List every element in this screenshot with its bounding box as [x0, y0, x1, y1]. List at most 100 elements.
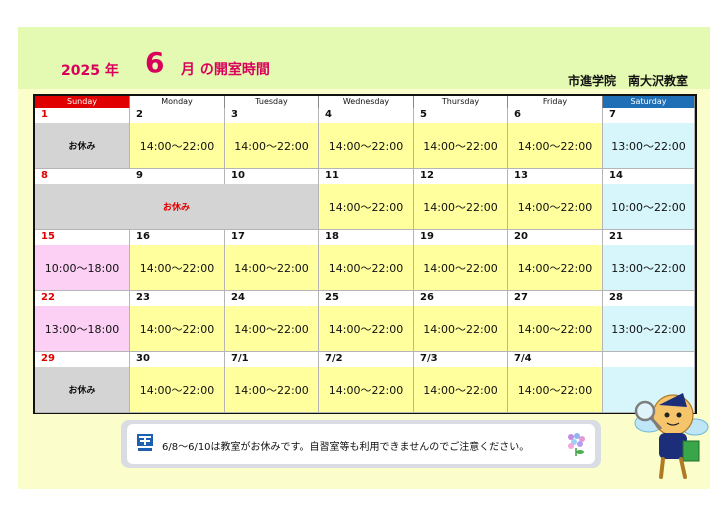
calendar-day-cell: 17 14:00～22:00 — [225, 230, 319, 291]
opening-hours: 14:00～22:00 — [234, 322, 309, 336]
weekday-header-tuesday: Tuesday — [225, 96, 319, 108]
calendar-day-cell: 7/3 14:00～22:00 — [414, 352, 508, 413]
opening-hours: 14:00～22:00 — [328, 200, 404, 214]
opening-hours: 14:00～22:00 — [423, 139, 498, 153]
day-number: 27 — [514, 292, 528, 303]
calendar-day-cell: 18 14:00～22:00 — [319, 230, 414, 291]
opening-hours: 14:00～22:00 — [517, 322, 593, 336]
calendar-day-cell: 22 13:00～18:00 — [35, 291, 130, 352]
day-number: 29 — [41, 353, 55, 364]
weekday-header-sunday: Sunday — [35, 96, 130, 108]
day-number: 9 — [136, 170, 143, 181]
day-number: 7/3 — [420, 353, 438, 364]
opening-hours: 14:00～22:00 — [139, 139, 215, 153]
day-number: 30 — [136, 353, 150, 364]
day-number: 14 — [609, 170, 623, 181]
day-number: 11 — [325, 170, 339, 181]
calendar-day-cell: 9 — [130, 169, 225, 184]
calendar-day-cell: 10 — [225, 169, 319, 184]
opening-hours: 14:00～22:00 — [328, 383, 404, 397]
opening-hours: 10:00～18:00 — [44, 261, 120, 275]
day-number: 2 — [136, 109, 143, 120]
calendar-day-cell: 1 お休み — [35, 108, 130, 169]
opening-hours: 14:00～22:00 — [517, 261, 593, 275]
day-number: 19 — [420, 231, 434, 242]
hydrangea-icon — [568, 433, 585, 456]
day-number: 23 — [136, 292, 150, 303]
weekday-header-wednesday: Wednesday — [319, 96, 414, 108]
day-number: 22 — [41, 292, 55, 303]
opening-hours: 14:00～22:00 — [328, 322, 404, 336]
day-number: 4 — [325, 109, 332, 120]
mascot-magnifier-icon — [634, 393, 709, 479]
calendar-day-cell: 23 14:00～22:00 — [130, 291, 225, 352]
weekday-header-saturday: Saturday — [603, 96, 695, 108]
weekday-header-thursday: Thursday — [414, 96, 508, 108]
calendar-day-cell: 14 10:00～22:00 — [603, 169, 695, 230]
day-number: 1 — [41, 109, 48, 120]
calendar-day-cell: 21 13:00～22:00 — [603, 230, 695, 291]
day-number: 5 — [420, 109, 427, 120]
calendar-day-cell: 25 14:00～22:00 — [319, 291, 414, 352]
calendar-day-cell: 6 14:00～22:00 — [508, 108, 603, 169]
opening-hours: 14:00～22:00 — [234, 261, 309, 275]
opening-hours: 13:00～22:00 — [611, 322, 686, 336]
opening-hours: 14:00～22:00 — [517, 383, 593, 397]
opening-hours: 14:00～22:00 — [139, 322, 215, 336]
calendar-day-cell: 4 14:00～22:00 — [319, 108, 414, 169]
day-number: 28 — [609, 292, 623, 303]
calendar-grid: Sunday Monday Tuesday Wednesday Thursday Frid… — [33, 94, 697, 414]
day-number: 7/1 — [231, 353, 249, 364]
day-number: 21 — [609, 231, 623, 242]
day-number: 13 — [514, 170, 528, 181]
calendar-day-cell: 7/4 14:00～22:00 — [508, 352, 603, 413]
day-number: 26 — [420, 292, 434, 303]
day-number: 15 — [41, 231, 55, 242]
calendar-day-cell: 7/1 14:00～22:00 — [225, 352, 319, 413]
day-number: 6 — [514, 109, 521, 120]
opening-hours: 14:00～22:00 — [423, 200, 498, 214]
day-number: 25 — [325, 292, 339, 303]
closed-label: お休み — [162, 203, 190, 213]
calendar-day-cell: 19 14:00～22:00 — [414, 230, 508, 291]
day-number: 7/4 — [514, 353, 532, 364]
calendar-day-cell: 7 13:00～22:00 — [603, 108, 695, 169]
day-number: 24 — [231, 292, 245, 303]
day-number: 12 — [420, 170, 434, 181]
day-number: 17 — [231, 231, 245, 242]
calendar-day-cell: 28 13:00～22:00 — [603, 291, 695, 352]
day-number: 7/2 — [325, 353, 343, 364]
calendar-day-cell: 7/2 14:00～22:00 — [319, 352, 414, 413]
title-year: 2025 年 — [61, 63, 119, 79]
title-suffix: 月 の開室時間 — [181, 62, 270, 78]
school-name: 市進学院 南大沢教室 — [567, 74, 688, 88]
weekday-header-friday: Friday — [508, 96, 603, 108]
opening-hours: 14:00～22:00 — [517, 139, 593, 153]
opening-hours: 14:00～22:00 — [139, 383, 215, 397]
day-number: 18 — [325, 231, 339, 242]
opening-hours: 14:00～22:00 — [328, 139, 404, 153]
calendar-day-cell: 12 14:00～22:00 — [414, 169, 508, 230]
calendar-day-cell: 5 14:00～22:00 — [414, 108, 508, 169]
calendar-day-cell: 30 14:00～22:00 — [130, 352, 225, 413]
day-number: 7 — [609, 109, 616, 120]
opening-hours: 14:00～22:00 — [517, 200, 593, 214]
calendar-day-cell: 15 10:00～18:00 — [35, 230, 130, 291]
opening-hours: 13:00～22:00 — [611, 139, 686, 153]
calendar-day-cell: 24 14:00～22:00 — [225, 291, 319, 352]
calendar-day-cell: 20 14:00～22:00 — [508, 230, 603, 291]
opening-hours: 13:00～22:00 — [611, 261, 686, 275]
notice-text: 6/8～6/10は教室がお休みです。自習室等も利用できませんのでご注意ください。 — [162, 442, 530, 453]
day-number: 16 — [136, 231, 150, 242]
calendar-day-cell: 27 14:00～22:00 — [508, 291, 603, 352]
opening-hours: 14:00～22:00 — [234, 139, 309, 153]
opening-hours: 13:00～18:00 — [44, 322, 120, 336]
title-month: 6 — [145, 46, 165, 79]
opening-hours: 14:00～22:00 — [139, 261, 215, 275]
notice-box: 6/8～6/10は教室がお休みです。自習室等も利用できませんのでご注意ください。 — [121, 420, 601, 468]
day-number: 3 — [231, 109, 238, 120]
weekday-header-monday: Monday — [130, 96, 225, 108]
opening-hours: 14:00～22:00 — [328, 261, 404, 275]
closed-label: お休み — [68, 142, 96, 152]
opening-hours: 14:00～22:00 — [423, 383, 498, 397]
